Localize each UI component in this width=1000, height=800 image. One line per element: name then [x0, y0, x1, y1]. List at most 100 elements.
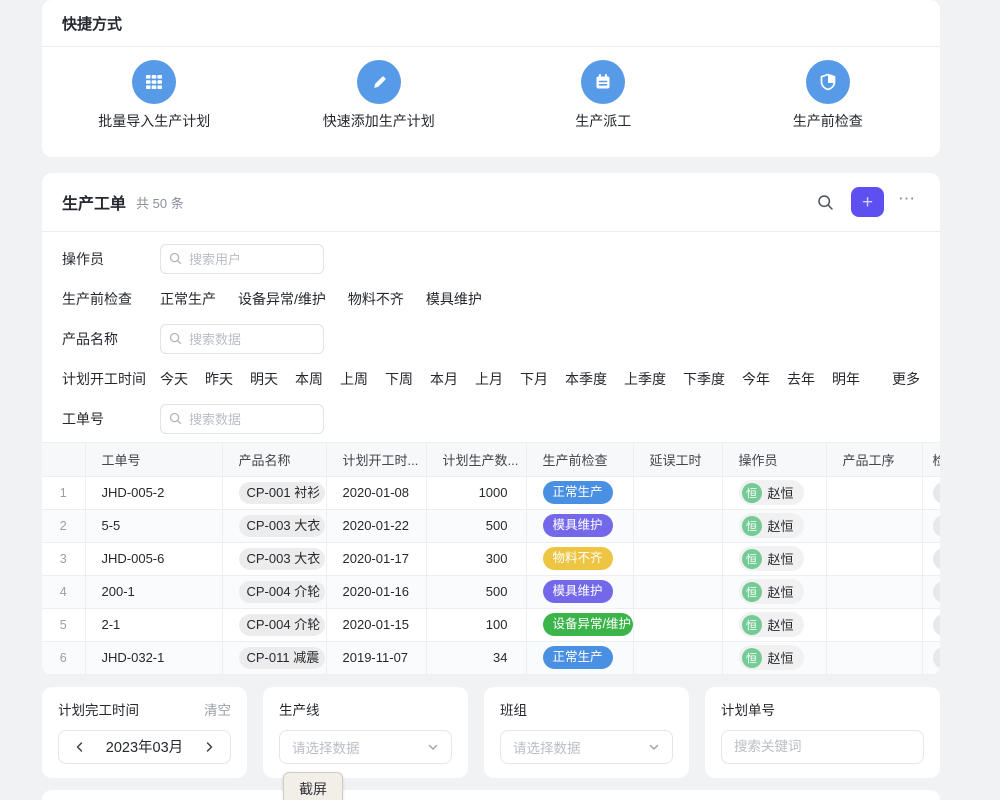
table-row[interactable]: 4200-1CP-004 介轮2020-01-16500模具维护恒赵恒 — [42, 575, 940, 608]
cell-plan-qty[interactable]: 100 — [426, 608, 526, 641]
cell-process[interactable] — [826, 542, 922, 575]
cell-plan-start[interactable]: 2020-01-22 — [326, 509, 426, 542]
cell-operator[interactable]: 恒赵恒 — [722, 542, 826, 575]
chevron-left-icon[interactable] — [72, 739, 88, 755]
filter-option[interactable]: 昨天 — [205, 369, 233, 389]
filter-option[interactable]: 上月 — [475, 369, 503, 389]
filter-option[interactable]: 下月 — [520, 369, 548, 389]
cell-plan-start[interactable]: 2019-11-07 — [326, 641, 426, 674]
cell-product-name[interactable]: CP-003 大衣 — [222, 509, 326, 542]
shortcut-quick-add[interactable]: 快速添加生产计划 — [267, 60, 492, 131]
filter-option[interactable]: 明年 — [832, 369, 860, 389]
shortcut-dispatch[interactable]: 生产派工 — [491, 60, 716, 131]
filter-option[interactable]: 正常生产 — [160, 289, 216, 309]
cell-pre-check[interactable]: 设备异常/维护 — [526, 608, 633, 641]
filter-option[interactable]: 上周 — [340, 369, 368, 389]
table-row[interactable]: 52-1CP-004 介轮2020-01-15100设备异常/维护恒赵恒 — [42, 608, 940, 641]
cell-product-name[interactable]: CP-004 介轮 — [222, 575, 326, 608]
add-work-order-button[interactable]: + — [851, 187, 884, 217]
order-no-search-input[interactable] — [160, 404, 324, 434]
cell-delay-hours[interactable] — [633, 608, 722, 641]
cell-delay-hours[interactable] — [633, 575, 722, 608]
filter-option[interactable]: 下周 — [385, 369, 413, 389]
cell-operator[interactable]: 恒赵恒 — [722, 476, 826, 509]
cell-process[interactable] — [826, 641, 922, 674]
filter-option[interactable]: 去年 — [787, 369, 815, 389]
cell-pre-check[interactable]: 正常生产 — [526, 476, 633, 509]
cell-plan-start[interactable]: 2020-01-08 — [326, 476, 426, 509]
filter-option[interactable]: 物料不齐 — [348, 289, 404, 309]
cell-plan-qty[interactable]: 300 — [426, 542, 526, 575]
search-icon[interactable] — [812, 189, 839, 216]
month-value[interactable]: 2023年03月 — [106, 736, 183, 757]
filter-option[interactable]: 模具维护 — [426, 289, 482, 309]
col-inspector[interactable]: 检验员 — [922, 443, 940, 476]
cell-product-name[interactable]: CP-011 减震 — [222, 641, 326, 674]
filter-option[interactable]: 明天 — [250, 369, 278, 389]
screenshot-button[interactable]: 截屏 — [283, 772, 343, 800]
col-process[interactable]: 产品工序 — [826, 443, 922, 476]
cell-process[interactable] — [826, 476, 922, 509]
operator-search-input[interactable] — [160, 244, 324, 274]
cell-inspector[interactable] — [922, 476, 940, 509]
product-name-search-input[interactable] — [160, 324, 324, 354]
team-select[interactable]: 请选择数据 — [500, 730, 673, 764]
cell-inspector[interactable] — [922, 608, 940, 641]
filter-option[interactable]: 本月 — [430, 369, 458, 389]
shortcut-batch-import[interactable]: 批量导入生产计划 — [42, 60, 267, 131]
cell-product-name[interactable]: CP-004 介轮 — [222, 608, 326, 641]
cell-order-no[interactable]: JHD-005-2 — [85, 476, 222, 509]
more-actions-button[interactable]: ⋯ — [894, 189, 920, 215]
clear-button[interactable]: 清空 — [204, 699, 231, 719]
cell-order-no[interactable]: JHD-005-6 — [85, 542, 222, 575]
cell-inspector[interactable] — [922, 542, 940, 575]
cell-process[interactable] — [826, 608, 922, 641]
cell-order-no[interactable]: 200-1 — [85, 575, 222, 608]
filter-option[interactable]: 设备异常/维护 — [238, 289, 326, 309]
cell-order-no[interactable]: 5-5 — [85, 509, 222, 542]
cell-plan-qty[interactable]: 500 — [426, 575, 526, 608]
col-delay-hours[interactable]: 延误工时 — [633, 443, 722, 476]
shortcut-pre-check[interactable]: 生产前检查 — [716, 60, 941, 131]
plan-no-input[interactable] — [722, 739, 923, 754]
cell-operator[interactable]: 恒赵恒 — [722, 608, 826, 641]
cell-plan-qty[interactable]: 1000 — [426, 476, 526, 509]
cell-operator[interactable]: 恒赵恒 — [722, 641, 826, 674]
cell-delay-hours[interactable] — [633, 641, 722, 674]
cell-plan-start[interactable]: 2020-01-15 — [326, 608, 426, 641]
cell-pre-check[interactable]: 正常生产 — [526, 641, 633, 674]
col-plan-qty[interactable]: 计划生产数... — [426, 443, 526, 476]
col-pre-check[interactable]: 生产前检查 — [526, 443, 633, 476]
cell-operator[interactable]: 恒赵恒 — [722, 509, 826, 542]
col-product-name[interactable]: 产品名称 — [222, 443, 326, 476]
cell-product-name[interactable]: CP-001 衬衫 — [222, 476, 326, 509]
cell-delay-hours[interactable] — [633, 476, 722, 509]
more-time-options[interactable]: 更多 — [892, 369, 920, 389]
filter-option[interactable]: 本季度 — [565, 369, 607, 389]
cell-pre-check[interactable]: 模具维护 — [526, 575, 633, 608]
cell-plan-start[interactable]: 2020-01-17 — [326, 542, 426, 575]
filter-option[interactable]: 下季度 — [683, 369, 725, 389]
production-line-select[interactable]: 请选择数据 — [279, 730, 452, 764]
col-operator[interactable]: 操作员 — [722, 443, 826, 476]
chevron-right-icon[interactable] — [201, 739, 217, 755]
col-plan-start[interactable]: 计划开工时... — [326, 443, 426, 476]
cell-product-name[interactable]: CP-003 大衣 — [222, 542, 326, 575]
cell-delay-hours[interactable] — [633, 509, 722, 542]
table-row[interactable]: 3JHD-005-6CP-003 大衣2020-01-17300物料不齐恒赵恒 — [42, 542, 940, 575]
cell-process[interactable] — [826, 575, 922, 608]
table-row[interactable]: 6JHD-032-1CP-011 减震2019-11-0734正常生产恒赵恒 — [42, 641, 940, 674]
cell-operator[interactable]: 恒赵恒 — [722, 575, 826, 608]
cell-plan-start[interactable]: 2020-01-16 — [326, 575, 426, 608]
filter-option[interactable]: 上季度 — [624, 369, 666, 389]
filter-option[interactable]: 本周 — [295, 369, 323, 389]
cell-plan-qty[interactable]: 34 — [426, 641, 526, 674]
cell-inspector[interactable] — [922, 641, 940, 674]
table-row[interactable]: 1JHD-005-2CP-001 衬衫2020-01-081000正常生产恒赵恒 — [42, 476, 940, 509]
cell-pre-check[interactable]: 模具维护 — [526, 509, 633, 542]
filter-option[interactable]: 今天 — [160, 369, 188, 389]
cell-delay-hours[interactable] — [633, 542, 722, 575]
filter-option[interactable]: 今年 — [742, 369, 770, 389]
cell-inspector[interactable] — [922, 575, 940, 608]
table-row[interactable]: 25-5CP-003 大衣2020-01-22500模具维护恒赵恒 — [42, 509, 940, 542]
